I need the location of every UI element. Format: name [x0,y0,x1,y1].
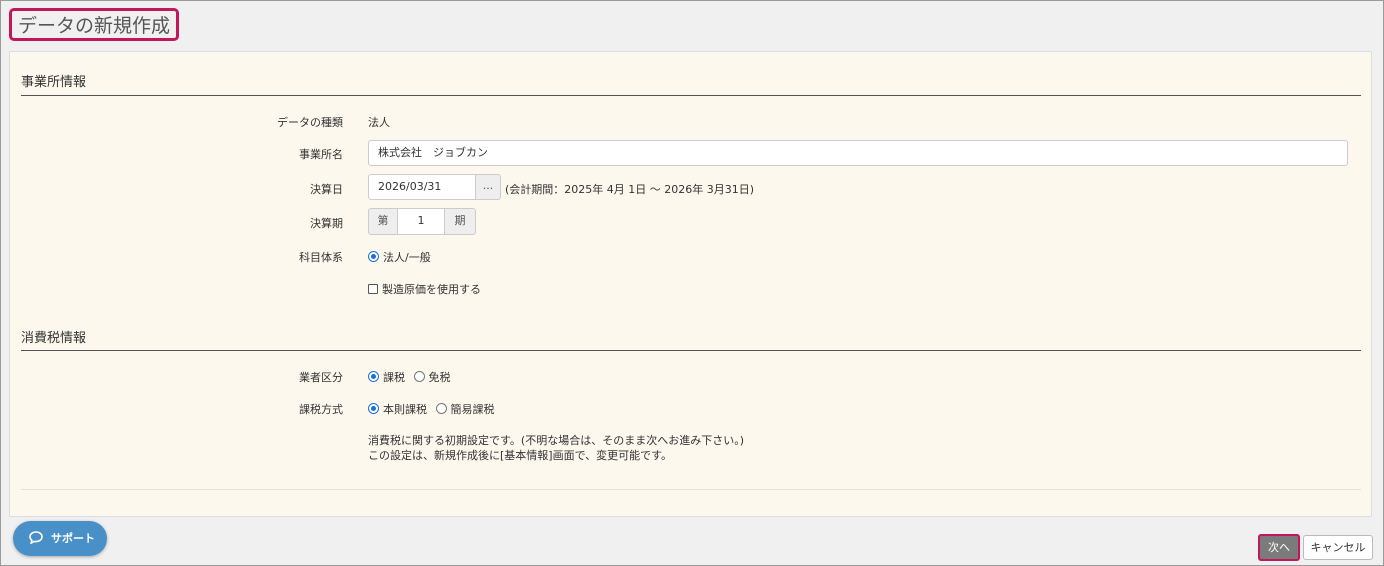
manufacturing-cost-checkbox[interactable]: 製造原価を使用する [368,281,481,297]
radio-selected-icon [368,251,379,262]
date-picker-button[interactable]: ... [475,174,501,200]
data-type-label: データの種類 [277,116,343,129]
term-label: 決算期 [310,217,343,230]
option-label: 課税 [383,371,405,384]
office-name-label: 事業所名 [299,148,343,161]
tax-method-standard[interactable]: 本則課税 [368,401,427,417]
fiscal-period-text: (会計期間：2025年 4月 1日 〜 2026年 3月31日) [505,183,755,196]
business-class-radio-group: 課税 免税 [368,369,456,385]
account-system-label: 科目体系 [299,251,343,264]
data-type-value: 法人 [368,116,390,129]
radio-icon [435,403,447,414]
manufacturing-cost-label: 製造原価を使用する [382,283,481,296]
form-panel: 事業所情報 データの種類 法人 事業所名 株式会社 ジョブカン 決算日 2026… [9,51,1372,517]
option-label: 免税 [428,371,451,384]
panel-bottom-divider [21,489,1361,490]
radio-icon [413,371,425,382]
support-button[interactable]: サポート [13,521,107,556]
page-title: データの新規作成 [9,8,180,41]
closing-date-input[interactable]: 2026/03/31 [368,174,476,200]
account-system-option: 法人/一般 [383,251,431,264]
section-title-tax: 消費税情報 [21,331,87,346]
business-class-label: 業者区分 [299,371,343,384]
office-name-input[interactable]: 株式会社 ジョブカン [368,140,1348,166]
tax-note-line-1: 消費税に関する初期設定です。(不明な場合は、そのまま次へお進み下さい。) [368,434,744,447]
next-button[interactable]: 次へ [1258,534,1300,561]
section-title-office: 事業所情報 [21,75,87,90]
business-class-taxable[interactable]: 課税 [368,369,405,385]
chat-bubble-icon [29,531,43,544]
section-divider [21,350,1361,351]
support-label: サポート [51,532,95,545]
business-class-exempt[interactable]: 免税 [413,369,451,385]
radio-selected-icon [368,371,379,382]
section-divider [21,95,1361,96]
cancel-button[interactable]: キャンセル [1303,535,1373,560]
radio-selected-icon [368,403,379,414]
term-suffix: 期 [444,208,476,235]
checkbox-icon [368,284,378,294]
tax-method-label: 課税方式 [299,403,343,416]
term-prefix: 第 [368,208,398,235]
term-input[interactable]: 1 [397,208,445,235]
tax-note-line-2: この設定は、新規作成後に[基本情報]画面で、変更可能です。 [368,449,673,462]
option-label: 本則課税 [383,403,427,416]
window-frame: データの新規作成 事業所情報 データの種類 法人 事業所名 株式会社 ジョブカン… [0,0,1384,566]
tax-method-simplified[interactable]: 簡易課税 [435,401,495,417]
account-system-radio[interactable]: 法人/一般 [368,249,431,265]
tax-method-radio-group: 本則課税 簡易課税 [368,401,500,417]
option-label: 簡易課税 [450,403,495,416]
closing-date-label: 決算日 [310,183,343,196]
